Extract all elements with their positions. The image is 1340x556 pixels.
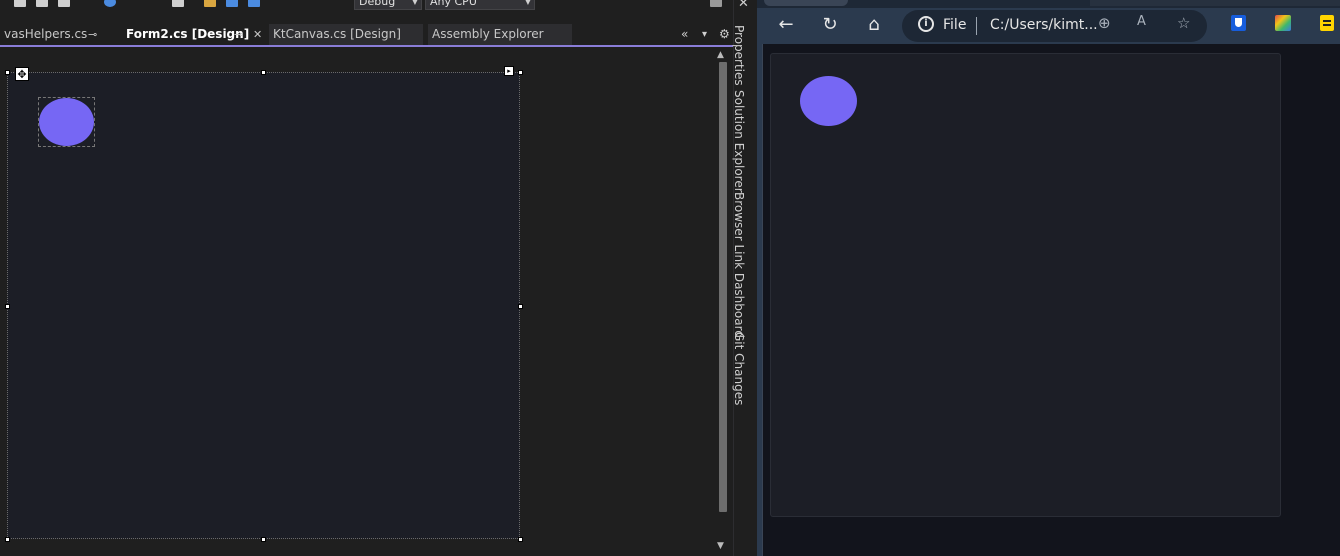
tab-label: Assembly Explorer (432, 27, 544, 41)
move-icon[interactable]: ✥ (15, 67, 29, 81)
chevron-down-icon: ▼ (524, 0, 531, 6)
zoom-icon[interactable]: ⊕ (1098, 14, 1111, 32)
pin-icon[interactable]: ⊸ (234, 24, 243, 45)
resize-handle[interactable] (5, 537, 10, 542)
tab-label: Form2.cs [Design] (126, 27, 250, 41)
new-item-icon[interactable] (172, 0, 184, 7)
rail-tab-properties[interactable]: Properties (732, 25, 746, 86)
tab-label: vasHelpers.cs (4, 27, 88, 41)
scroll-down-icon[interactable]: ▼ (717, 541, 724, 551)
web-canvas[interactable] (770, 53, 1281, 517)
scrollbar-thumb[interactable] (719, 62, 727, 512)
platform-value: Any CPU (430, 0, 477, 8)
tab-canvas-helpers[interactable]: vasHelpers.cs ⊸ (0, 24, 118, 45)
save-icon[interactable] (14, 0, 26, 7)
image-icon[interactable] (36, 0, 48, 7)
save-all-icon[interactable] (248, 0, 260, 7)
resize-handle[interactable] (518, 537, 523, 542)
address-divider (976, 17, 977, 35)
address-scheme-label: File (943, 17, 967, 33)
colorful-extension-icon[interactable] (1275, 15, 1291, 31)
browser-tab[interactable] (1090, 0, 1340, 6)
favorite-icon[interactable]: ☆ (1177, 14, 1190, 32)
bitwarden-extension-icon[interactable] (1231, 15, 1246, 31)
close-icon[interactable]: ✕ (253, 24, 262, 45)
external-window-icon[interactable] (710, 0, 722, 7)
read-aloud-icon[interactable]: A (1137, 14, 1146, 29)
close-icon[interactable]: ✕ (738, 0, 749, 11)
address-url[interactable]: C:/Users/kimt... (990, 17, 1098, 33)
scroll-tabs-icon[interactable]: « (681, 24, 688, 45)
rail-tab-solution-explorer[interactable]: Solution Explorer (732, 90, 746, 193)
designer-ellipse-shape[interactable] (39, 98, 94, 146)
open-folder-icon[interactable] (204, 0, 216, 7)
rail-tab-git-changes[interactable]: Git Changes (732, 332, 746, 405)
scroll-up-icon[interactable]: ▲ (717, 50, 724, 60)
resize-handle[interactable] (261, 70, 266, 75)
resize-handle[interactable] (5, 304, 10, 309)
info-icon[interactable]: i (918, 16, 934, 32)
tab-dropdown-icon[interactable]: ▾ (702, 24, 707, 45)
tab-label: KtCanvas.cs [Design] (273, 27, 401, 41)
platform-select[interactable]: Any CPU ▼ (425, 0, 535, 10)
resize-handle[interactable] (518, 70, 523, 75)
back-icon[interactable]: ← (774, 13, 798, 37)
tab-assembly-explorer[interactable]: Assembly Explorer (428, 24, 572, 45)
pin-icon[interactable]: ⊸ (88, 24, 97, 45)
gear-icon[interactable]: ⚙ (719, 24, 730, 45)
yellow-extension-icon[interactable] (1320, 15, 1334, 31)
tab-ktcanvas-design[interactable]: KtCanvas.cs [Design] (269, 24, 423, 45)
web-ellipse-shape[interactable] (800, 76, 857, 126)
debug-target-icon[interactable] (104, 0, 116, 7)
rail-tab-browser-link-dashboard[interactable]: Browser Link Dashboard (732, 192, 746, 338)
home-icon[interactable]: ⌂ (862, 13, 886, 37)
refresh-icon[interactable]: ↻ (818, 13, 842, 37)
browser-tab-active[interactable] (764, 0, 848, 6)
smart-tag-icon[interactable]: ▸ (504, 66, 514, 76)
toolbar-icon[interactable] (58, 0, 70, 7)
configuration-select[interactable]: Debug ▼ (354, 0, 422, 10)
chevron-down-icon: ▼ (411, 0, 418, 6)
vs-toolbar: Debug ▼ Any CPU ▼ (0, 0, 757, 12)
resize-handle[interactable] (261, 537, 266, 542)
configuration-value: Debug (359, 0, 396, 8)
tab-form2-design[interactable]: Form2.cs [Design] ⊸ ✕ (122, 24, 267, 45)
save-file-icon[interactable] (226, 0, 238, 7)
resize-handle[interactable] (5, 70, 10, 75)
document-tab-bar: vasHelpers.cs ⊸ Form2.cs [Design] ⊸ ✕ Kt… (0, 24, 733, 45)
resize-handle[interactable] (518, 304, 523, 309)
active-tab-underline (0, 45, 733, 47)
